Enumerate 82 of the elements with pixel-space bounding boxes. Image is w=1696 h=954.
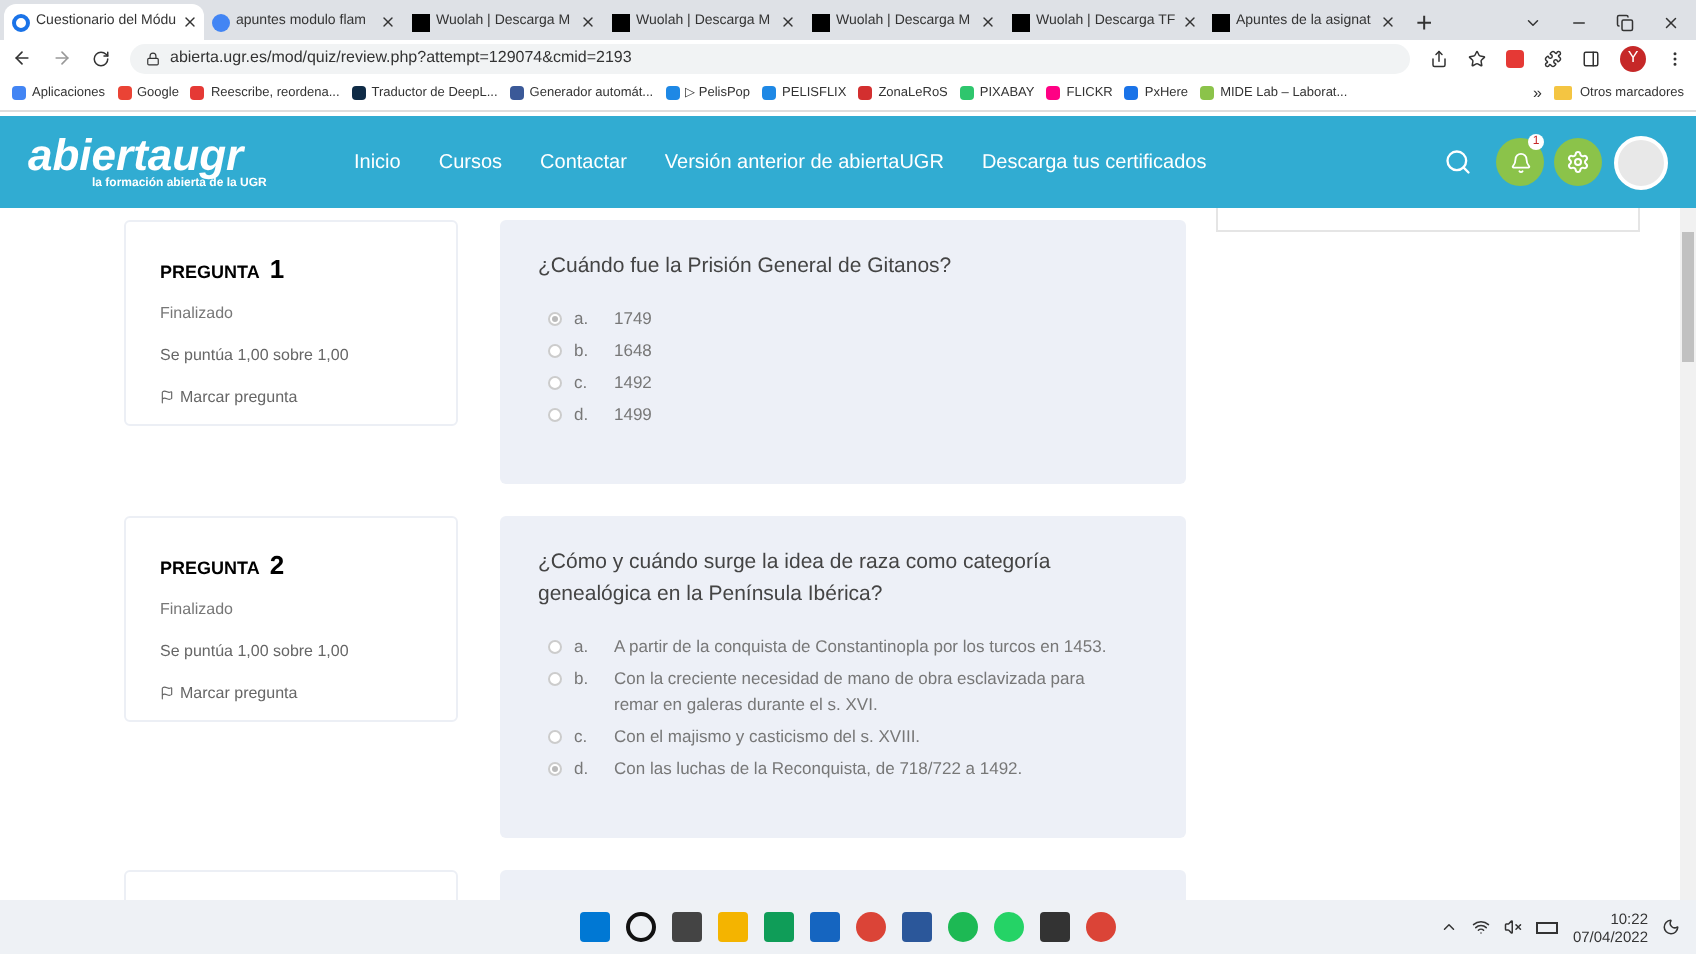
favicon-icon [1212, 13, 1230, 31]
more-bookmarks-button[interactable]: » [1533, 81, 1542, 105]
answer-option[interactable]: d. Con las luchas de la Reconquista, de 718/722 a 1492. [538, 756, 1148, 782]
bookmark-icon [1200, 86, 1215, 100]
answer-option[interactable]: c. Con el majismo y casticismo del s. XVIII. [538, 724, 1148, 750]
bookmark-icon [117, 86, 131, 100]
close-icon[interactable] [1181, 14, 1198, 30]
bookmark-icon [509, 86, 524, 100]
answer-option[interactable]: b. Con la creciente necesidad de mano de obra esclavizada para remar en galeras durante el s. XVI. [538, 666, 1148, 718]
bookmark-icon [665, 86, 680, 100]
radio-button[interactable] [548, 762, 562, 776]
bookmark-icon [858, 86, 873, 100]
favicon-icon [412, 13, 430, 31]
close-icon[interactable] [980, 14, 996, 30]
answer-option[interactable]: d. 1499 [538, 402, 1148, 428]
share-icon[interactable] [1430, 49, 1448, 67]
close-icon[interactable] [780, 14, 796, 30]
address-field[interactable]: abierta.ugr.es/mod/quiz/review.php?attempt=129074&cmid=2193 [130, 43, 1410, 73]
wifi-icon[interactable] [1472, 918, 1491, 936]
question-status: Finalizado [160, 301, 235, 325]
favicon-icon [1012, 13, 1030, 31]
bookmark-icon [12, 86, 26, 100]
bookmark-icon [1124, 86, 1139, 100]
extension-icon[interactable] [1506, 49, 1524, 67]
moon-icon[interactable] [1662, 918, 1680, 936]
favicon-icon [812, 13, 830, 31]
flag-icon [160, 390, 174, 404]
puzzle-icon[interactable] [1544, 49, 1562, 67]
question-status: Finalizado [160, 597, 235, 621]
battery-icon[interactable] [1536, 921, 1559, 933]
question-score: Se puntúa 1,00 sobre 1,00 [160, 343, 351, 367]
favicon-icon [612, 13, 630, 31]
close-icon[interactable] [580, 14, 596, 30]
flag-link[interactable]: Marcar pregunta [160, 385, 422, 409]
flag-icon [160, 686, 174, 700]
question-text: ¿Cuándo fue la Prisión General de Gitanos? [538, 252, 954, 282]
question-label: PREGUNTA [160, 260, 260, 286]
scrollbar[interactable] [1680, 208, 1696, 900]
forward-icon[interactable] [52, 48, 72, 68]
mute-icon[interactable] [1504, 918, 1523, 936]
settings-icon [1566, 150, 1590, 174]
question-score: Se puntúa 1,00 sobre 1,00 [160, 639, 351, 663]
answer-option[interactable]: a. 1749 [538, 306, 1148, 332]
back-icon[interactable] [12, 48, 32, 68]
bookmark-icon [1046, 86, 1061, 100]
sidebar-icon[interactable] [1582, 49, 1600, 67]
bookmark-icon [762, 86, 777, 100]
question-text: ¿Cómo y cuándo surge la idea de raza como categoría genealógica en la Península Ibérica? [538, 548, 1053, 610]
user-avatar[interactable] [1614, 135, 1668, 189]
bookmark-icon [351, 86, 366, 100]
favicon-icon [212, 13, 230, 31]
radio-button[interactable] [548, 672, 562, 686]
profile-avatar[interactable]: Y [1620, 45, 1646, 71]
close-icon[interactable] [182, 14, 199, 30]
answer-option[interactable]: a. A partir de la conquista de Constantinopla por los turcos en 1453. [538, 634, 1148, 660]
new-tab-button[interactable]: + [1404, 4, 1445, 40]
radio-button[interactable] [548, 408, 562, 422]
radio-button[interactable] [548, 730, 562, 744]
radio-button[interactable] [548, 344, 562, 358]
question-label: PREGUNTA [160, 556, 260, 582]
scrollbar-thumb[interactable] [1682, 232, 1694, 362]
bookmark-icon [190, 86, 205, 100]
chevron-up-icon[interactable] [1440, 918, 1459, 936]
close-icon[interactable] [1380, 14, 1396, 30]
radio-button[interactable] [548, 312, 562, 326]
radio-button[interactable] [548, 376, 562, 390]
radio-button[interactable] [548, 640, 562, 654]
answer-option[interactable]: b. 1648 [538, 338, 1148, 364]
question-number: 1 [269, 252, 285, 288]
question-number: 2 [269, 548, 285, 584]
restore-icon[interactable] [1616, 13, 1634, 31]
close-icon[interactable] [1662, 13, 1680, 31]
close-icon[interactable] [380, 14, 396, 30]
favicon-icon [12, 13, 30, 31]
answer-option[interactable]: c. 1492 [538, 370, 1148, 396]
lock-icon [146, 51, 160, 65]
bell-icon [1509, 151, 1531, 173]
flag-link[interactable]: Marcar pregunta [160, 681, 422, 705]
star-icon[interactable] [1468, 49, 1486, 67]
bookmark-icon [959, 86, 974, 100]
reload-icon[interactable] [92, 49, 110, 67]
settings-button[interactable] [1554, 138, 1602, 186]
